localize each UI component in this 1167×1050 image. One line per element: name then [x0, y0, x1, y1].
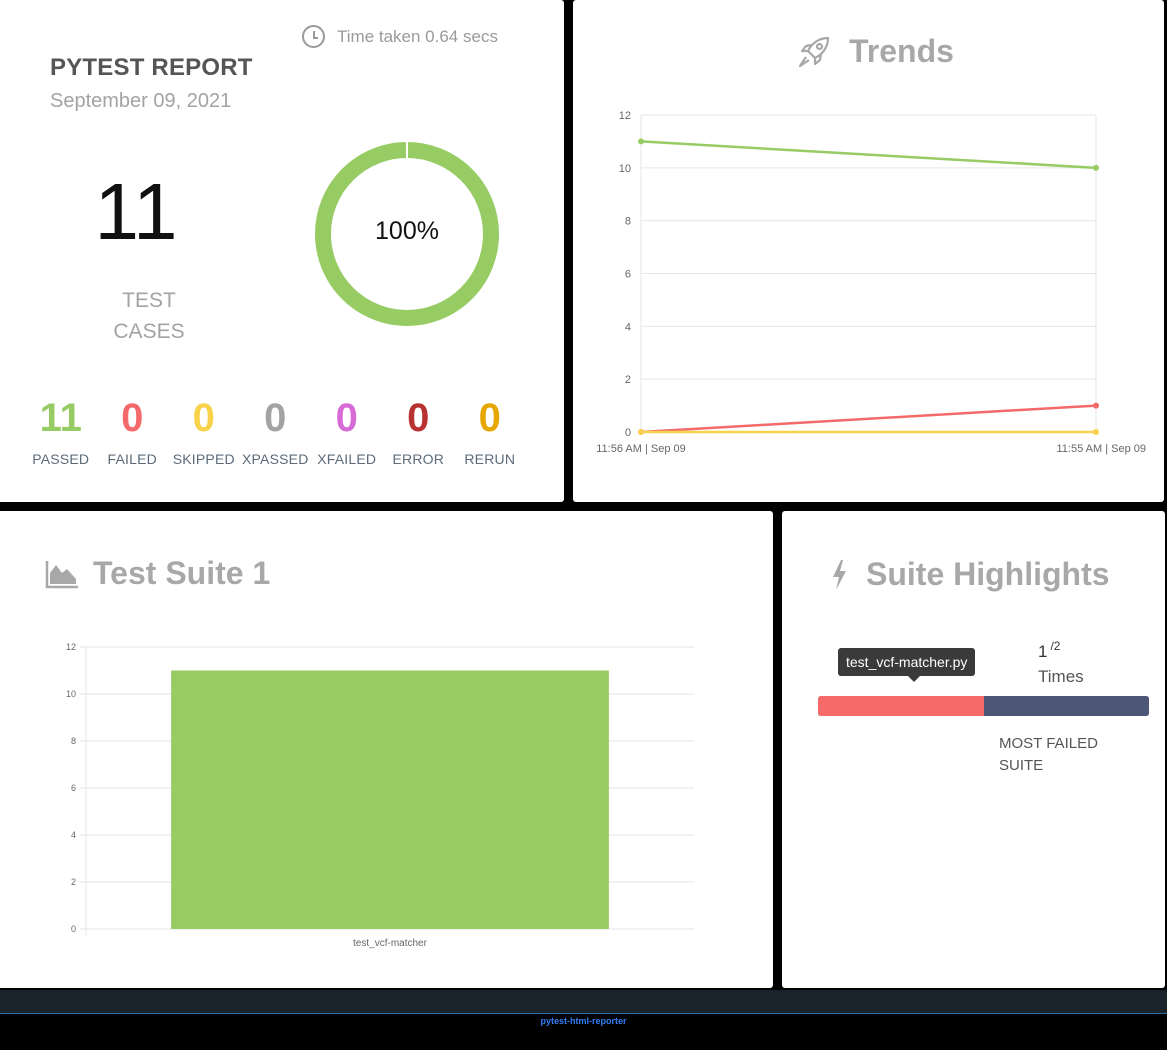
footer-strip [0, 990, 1167, 1014]
trend-point [638, 138, 644, 145]
stat-label: SKIPPED [172, 451, 235, 467]
stat-value: 11 [39, 396, 82, 440]
y-tick-label: 8 [71, 736, 76, 746]
stat-label: ERROR [392, 451, 445, 467]
trend-line-chart: 0 2 4 6 8 10 12 11:56 AM | Sep 09 11:55 AM | Sep… [596, 110, 1147, 455]
y-tick-label: 6 [71, 783, 76, 793]
most-failed-bar[interactable] [818, 696, 1149, 716]
stat-xpassed: 0 XPASSED [240, 395, 312, 467]
suite-bar-chart: 0 2 4 6 8 10 12 test_vcf-matcher [66, 642, 694, 949]
footer-link[interactable]: pytest-html-reporter [0, 1016, 1167, 1026]
total-test-count: 11 [94, 167, 178, 256]
status-counts: 11 PASSED 0 FAILED 0 SKIPPED 0 XPASSED 0 XFAILED 0… [25, 395, 526, 467]
stat-label: FAILED [107, 451, 157, 467]
bar-test_vcf-matcher [171, 670, 609, 929]
stat-error: 0 ERROR [383, 395, 455, 467]
report-title: PYTEST REPORT [50, 54, 253, 81]
y-tick-label: 0 [625, 427, 631, 439]
stat-xfailed: 0 XFAILED [311, 395, 383, 467]
stat-value: 0 [407, 396, 430, 440]
most-failed-bar-rest[interactable] [983, 696, 1149, 716]
suite-highlights-title: Suite Highlights [830, 556, 1110, 593]
stat-label: PASSED [32, 451, 90, 467]
suite-tooltip: test_vcf-matcher.py [838, 648, 976, 682]
failed-times-label: Times [1038, 667, 1084, 686]
y-tick-label: 4 [71, 830, 76, 840]
time-taken-text: Time taken 0.64 secs [337, 26, 498, 46]
y-tick-label: 10 [619, 163, 631, 175]
x-tick-label: 11:55 AM | Sep 09 [1057, 443, 1147, 455]
most-failed-caption-line1: MOST FAILED [999, 735, 1098, 752]
most-failed-caption-line2: SUITE [999, 757, 1044, 774]
pass-rate-percent: 100% [375, 217, 439, 245]
trend-series-line [640, 140, 1097, 170]
y-tick-label: 0 [71, 924, 76, 934]
suite-highlights-card: Suite Highlights test_vcf-matcher.py 1/2… [782, 511, 1165, 988]
y-tick-label: 10 [66, 689, 76, 699]
stat-label: XFAILED [317, 451, 377, 467]
most-failed-caption: MOST FAILED SUITE [999, 733, 1119, 777]
x-tick-label: 11:56 AM | Sep 09 [596, 443, 686, 455]
suite-highlights-title-text: Suite Highlights [866, 556, 1110, 592]
stat-rerun: 0 RERUN [454, 395, 526, 467]
stat-failed: 0 FAILED [97, 395, 169, 467]
stat-value: 0 [121, 396, 144, 440]
trend-point [1093, 402, 1099, 409]
failed-times-value: 1 [1038, 642, 1048, 661]
most-failed-bar-failed[interactable] [818, 696, 984, 716]
report-date: September 09, 2021 [50, 90, 232, 112]
failed-times-total: /2 [1050, 639, 1061, 653]
y-tick-label: 4 [625, 321, 631, 333]
x-tick-label: test_vcf-matcher [353, 938, 428, 949]
total-label-line1: TEST [122, 289, 176, 312]
stat-value: 0 [478, 396, 501, 440]
failed-times-count: 1/2 [1038, 639, 1060, 662]
trend-point [638, 429, 644, 435]
y-tick-label: 2 [71, 877, 76, 887]
stat-value: 0 [264, 396, 287, 440]
total-test-label: TEST CASES [84, 285, 214, 347]
trends-card: Trends 0 2 4 6 8 10 12 11:56 AM | Sep 09 11:55 A… [573, 0, 1164, 502]
bolt-icon [833, 559, 846, 590]
y-tick-label: 12 [619, 110, 631, 122]
stat-value: 0 [335, 396, 358, 440]
stat-value: 0 [192, 396, 215, 440]
trend-point [1093, 164, 1099, 171]
clock-icon [302, 25, 325, 48]
stat-label: XPASSED [242, 451, 309, 467]
y-tick-label: 2 [625, 374, 631, 386]
total-label-line2: CASES [113, 320, 185, 343]
y-tick-label: 6 [625, 269, 631, 281]
summary-card: Time taken 0.64 secs PYTEST REPORT Septe… [0, 0, 564, 502]
time-taken: Time taken 0.64 secs [302, 25, 498, 48]
y-tick-label: 8 [625, 216, 631, 228]
trend-point [1093, 429, 1099, 435]
trend-series-line [640, 404, 1097, 434]
stat-skipped: 0 SKIPPED [168, 395, 240, 467]
test-suite-card: Test Suite 1 0 2 4 6 8 10 12 test_vcf-matcher [0, 511, 773, 988]
stat-label: RERUN [464, 451, 516, 467]
y-tick-label: 12 [66, 642, 76, 652]
stat-passed: 11 PASSED [25, 395, 97, 467]
